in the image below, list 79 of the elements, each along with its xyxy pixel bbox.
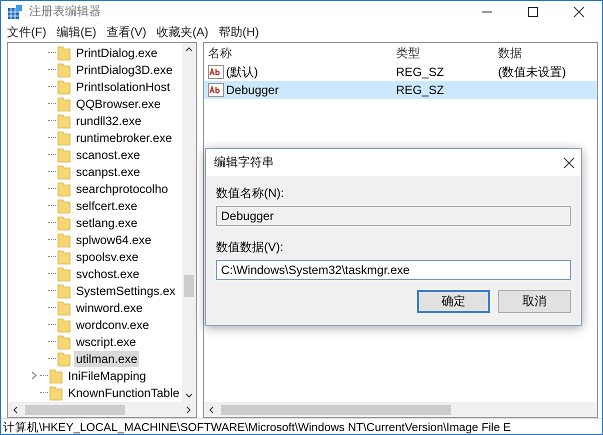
tree-item[interactable]: wordconv.exe <box>74 316 152 332</box>
folder-icon <box>57 78 71 94</box>
folder-icon <box>57 350 71 366</box>
menu-item[interactable]: 编辑(E) <box>56 24 96 40</box>
menu-item[interactable]: 文件(F) <box>7 24 46 40</box>
value-type: REG_SZ <box>396 83 446 97</box>
folder-icon <box>57 180 71 196</box>
close-icon[interactable] <box>563 156 575 168</box>
scroll-thumb[interactable] <box>184 275 194 297</box>
field-label: 数值名称(N): <box>216 185 285 202</box>
menu-item[interactable]: 帮助(H) <box>218 24 259 40</box>
folder-icon <box>57 198 71 214</box>
scroll-left-icon[interactable] <box>207 404 215 414</box>
folder-icon <box>57 334 71 350</box>
folder-icon <box>57 266 71 282</box>
vertical-scrollbar[interactable] <box>182 43 196 402</box>
value-row[interactable]: (默认) REG_SZ (数值未设置) <box>204 63 597 81</box>
dialog-button[interactable]: 取消 <box>498 290 571 313</box>
status-bar: 计算机\HKEY_LOCAL_MACHINE\SOFTWARE\Microsoft\Windows NT\CurrentVersion\Image File E <box>1 418 602 434</box>
folder-icon <box>57 130 71 146</box>
folder-icon <box>57 44 71 60</box>
value-row[interactable]: Debugger REG_SZ <box>204 81 597 99</box>
tree-item[interactable]: splwow64.exe <box>74 232 154 248</box>
folder-icon <box>57 164 71 180</box>
folder-icon <box>49 384 63 400</box>
folder-icon <box>57 282 71 298</box>
folder-icon <box>57 146 71 162</box>
column-header[interactable]: 名称 <box>208 44 396 62</box>
value-data-field[interactable]: C:\Windows\System32\taskmgr.exe <box>216 260 571 280</box>
tree-item[interactable]: searchprotocolho <box>74 180 170 196</box>
dialog-button[interactable]: 确定 <box>417 290 490 313</box>
value-data: (数值未设置) <box>498 64 567 80</box>
horizontal-scrollbar[interactable] <box>8 402 196 417</box>
tree-item[interactable]: runtimebroker.exe <box>74 130 174 146</box>
folder-icon <box>57 96 71 112</box>
value-name: (默认) <box>226 64 258 80</box>
tree-item[interactable]: PrintDialog3D.exe <box>74 62 175 78</box>
horizontal-scrollbar[interactable] <box>204 402 597 417</box>
tree-item[interactable]: IniFileMapping <box>66 368 148 384</box>
tree-item[interactable]: spoolsv.exe <box>74 248 140 264</box>
tree-item[interactable]: PrintDialog.exe <box>74 44 160 60</box>
folder-icon <box>57 316 71 332</box>
dialog-title: 编辑字符串 <box>214 154 274 171</box>
folder-icon <box>57 248 71 264</box>
value-name: Debugger <box>226 83 279 97</box>
tree-item[interactable]: wscript.exe <box>74 334 138 350</box>
tree-item[interactable]: winword.exe <box>74 300 145 316</box>
tree-item[interactable]: selfcert.exe <box>74 198 140 214</box>
menu-item[interactable]: 收藏夹(A) <box>156 24 208 40</box>
scroll-thumb[interactable] <box>221 404 451 414</box>
value-name-field[interactable]: Debugger <box>216 206 571 226</box>
tree-item[interactable]: scanost.exe <box>74 146 142 162</box>
value-type: REG_SZ <box>396 65 446 79</box>
tree-item[interactable]: QQBrowser.exe <box>74 96 163 112</box>
folder-icon <box>57 214 71 230</box>
field-label: 数值数据(V): <box>216 239 284 256</box>
column-header[interactable]: 数据 <box>498 44 597 62</box>
tree-item[interactable]: PrintIsolationHost <box>74 78 172 94</box>
tree-item[interactable]: utilman.exe <box>74 350 140 366</box>
tree-item[interactable]: scanpst.exe <box>74 164 142 180</box>
menu-item[interactable]: 查看(V) <box>106 24 146 40</box>
tree-item[interactable]: SystemSettings.ex <box>74 282 178 298</box>
column-header[interactable]: 类型 <box>396 44 498 62</box>
string-value-icon <box>208 83 224 97</box>
folder-icon <box>57 112 71 128</box>
scroll-left-icon[interactable] <box>11 404 19 414</box>
folder-icon <box>57 300 71 316</box>
window-title: 注册表编辑器 <box>29 3 102 20</box>
tree-item[interactable]: rundll32.exe <box>74 112 144 128</box>
app-icon <box>7 4 23 20</box>
folder-icon <box>57 62 71 78</box>
folder-icon <box>49 368 63 384</box>
string-value-icon <box>208 65 224 79</box>
tree-item[interactable]: svchost.exe <box>74 266 142 282</box>
folder-icon <box>57 232 71 248</box>
scroll-thumb[interactable] <box>25 404 125 414</box>
tree-item[interactable]: KnownFunctionTable <box>66 384 182 400</box>
tree-item[interactable]: setlang.exe <box>74 214 140 230</box>
scroll-right-icon[interactable] <box>185 404 193 414</box>
